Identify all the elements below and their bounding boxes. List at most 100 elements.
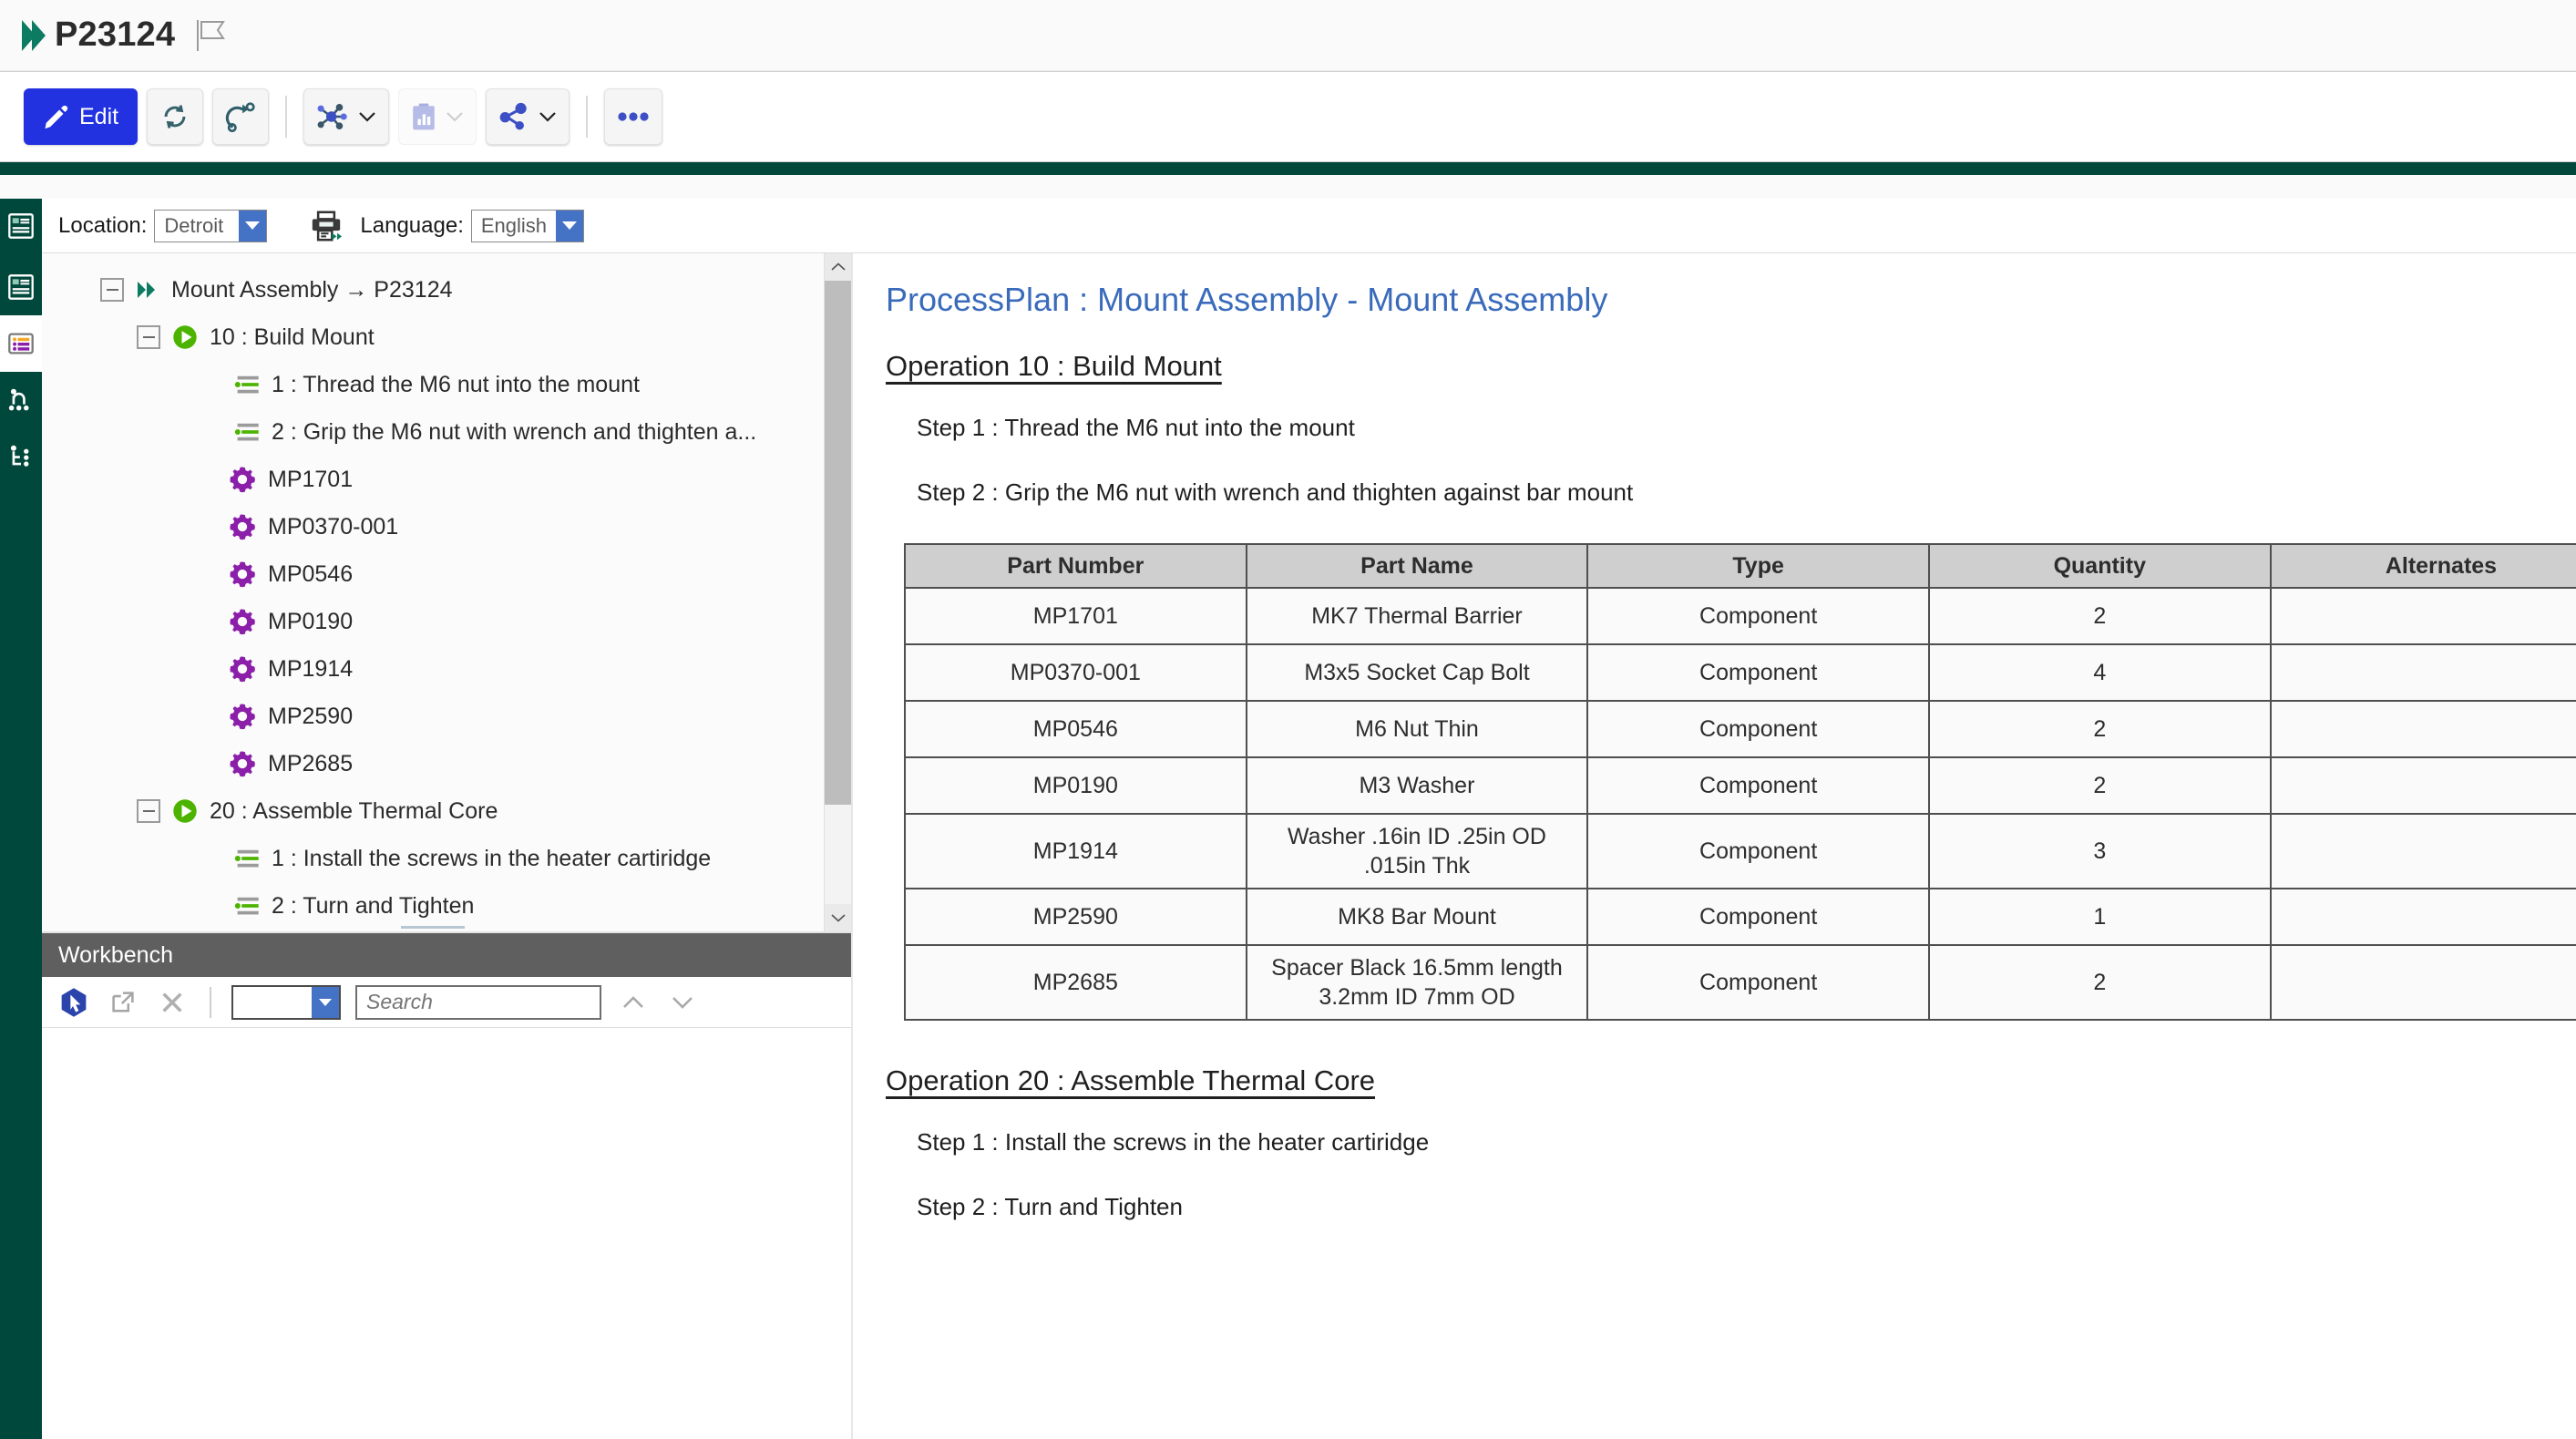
edit-button-label: Edit [79, 103, 119, 129]
clipboard-chart-icon [413, 103, 435, 130]
cell-quantity: 4 [1927, 643, 2272, 702]
report-button[interactable] [398, 88, 477, 145]
collapse-icon[interactable] [137, 799, 160, 823]
tree-node-operation-10[interactable]: 10 : Build Mount [42, 313, 824, 361]
green-play-icon [171, 324, 199, 351]
chevron-down-icon[interactable] [825, 904, 851, 931]
revise-arrow-icon [225, 102, 255, 132]
process-plan-content: ProcessPlan : Mount Assembly - Mount Ass… [851, 253, 2576, 1439]
more-actions-button[interactable] [604, 88, 663, 145]
context-bar: Location: Detroit Language: English [0, 198, 2576, 253]
tree-node-label: Mount Assembly → P23124 [171, 276, 453, 303]
gear-icon [228, 465, 257, 494]
column-header-part-number: Part Number [904, 543, 1247, 589]
cell-quantity: 2 [1927, 944, 2272, 1021]
tree-node-label: 1 : Thread the M6 nut into the mount [272, 371, 640, 397]
revise-button[interactable] [212, 88, 270, 145]
tree-node-part[interactable]: MP0546 [42, 550, 824, 598]
rail-item-where-used[interactable] [0, 372, 42, 428]
spacer-strip [0, 175, 2576, 199]
tree-node-step[interactable]: 1 : Install the screws in the heater car… [42, 835, 824, 882]
column-header-part-name: Part Name [1245, 543, 1589, 589]
rail-item-bom[interactable] [0, 428, 42, 485]
tree-node-label: MP0546 [268, 560, 354, 587]
workbench-toolbar [42, 977, 851, 1028]
chevron-down-icon[interactable] [556, 210, 584, 242]
cell-part-name: MK7 Thermal Barrier [1245, 587, 1589, 645]
flag-outline-icon[interactable] [195, 18, 226, 53]
refresh-button[interactable] [147, 88, 204, 145]
table-row: MP2685 Spacer Black 16.5mm length 3.2mm … [904, 944, 2576, 1021]
cell-part-number: MP2590 [904, 888, 1247, 946]
workbench-filter-select[interactable] [231, 984, 341, 1020]
cell-alternates [2269, 756, 2576, 815]
refresh-icon [164, 105, 186, 128]
double-chevron-icon [135, 279, 160, 301]
tree-node-operation-20[interactable]: 20 : Assemble Thermal Core [42, 787, 824, 835]
tree-node-step[interactable]: 1 : Thread the M6 nut into the mount [42, 361, 824, 408]
tree-node-part[interactable]: MP1914 [42, 645, 824, 693]
tree-node-part[interactable]: MP0190 [42, 598, 824, 645]
structure-tree-panel: Mount Assembly → P23124 10 : Build Mount [42, 253, 851, 933]
nav-up-button[interactable] [616, 985, 651, 1020]
collapse-icon[interactable] [137, 325, 160, 349]
layout-panel-icon[interactable] [0, 198, 42, 253]
page-title: P23124 [55, 15, 176, 54]
tree-node-step[interactable]: 2 : Grip the M6 nut with wrench and thig… [42, 408, 824, 456]
cell-quantity: 3 [1927, 813, 2272, 889]
collapse-icon[interactable] [100, 278, 124, 302]
tree-node-label: 2 : Grip the M6 nut with wrench and thig… [272, 418, 757, 445]
cell-part-number: MP0190 [904, 756, 1247, 815]
tree-scrollbar[interactable] [824, 253, 851, 931]
tree-node-part[interactable]: MP2685 [42, 740, 824, 787]
workbench-body [42, 1028, 851, 1439]
cell-alternates [2269, 643, 2576, 702]
cell-alternates [2269, 944, 2576, 1021]
cell-alternates [2269, 813, 2576, 889]
tree-node-root[interactable]: Mount Assembly → P23124 [42, 266, 824, 313]
tree-node-label: MP2685 [268, 750, 354, 776]
nav-down-button[interactable] [665, 985, 700, 1020]
chevron-down-icon [359, 112, 375, 122]
location-select[interactable]: Detroit [154, 209, 268, 242]
cell-quantity: 1 [1927, 888, 2272, 946]
pencil-icon [45, 105, 68, 129]
tree-node-part[interactable]: MP1701 [42, 456, 824, 503]
cell-part-name: Washer .16in ID .25in OD .015in Thk [1245, 813, 1589, 889]
relations-button[interactable] [303, 88, 390, 145]
chevron-down-icon[interactable] [239, 210, 267, 242]
chevron-down-icon [539, 112, 556, 122]
close-x-icon[interactable] [155, 985, 190, 1020]
operation-block: Operation 10 : Build Mount Step 1 : Thre… [886, 350, 2576, 1021]
table-row: MP1701 MK7 Thermal Barrier Component 2 [904, 587, 2576, 645]
app-header: P23124 [0, 0, 2576, 71]
share-nodes-icon [499, 102, 527, 130]
edit-button[interactable]: Edit [24, 88, 139, 145]
step-text: Step 1 : Thread the M6 nut into the moun… [917, 414, 1355, 441]
chevron-up-icon[interactable] [825, 253, 851, 281]
chevron-down-icon[interactable] [312, 986, 339, 1018]
step-text: Step 2 : Grip the M6 nut with wrench and… [917, 478, 1634, 506]
left-column: Mount Assembly → P23124 10 : Build Mount [42, 253, 851, 1439]
search-input[interactable] [355, 984, 601, 1020]
panel-splitter[interactable] [42, 922, 824, 931]
tree-node-label: MP1701 [268, 466, 354, 492]
scrollbar-track[interactable] [825, 281, 851, 904]
printer-icon[interactable] [309, 209, 344, 243]
scrollbar-thumb[interactable] [825, 281, 851, 805]
rail-item-list[interactable] [0, 315, 42, 372]
cursor-hex-icon[interactable] [56, 985, 91, 1020]
share-button[interactable] [486, 88, 570, 145]
rail-item-structure[interactable] [0, 259, 42, 315]
tree-node-part[interactable]: MP0370-001 [42, 503, 824, 550]
cell-type: Component [1586, 888, 1930, 946]
green-play-icon [171, 797, 199, 825]
cell-quantity: 2 [1927, 587, 2272, 645]
cell-part-number: MP0370-001 [904, 643, 1247, 702]
step-list-icon [233, 420, 261, 444]
toolbar-separator [586, 96, 589, 138]
language-select[interactable]: English [470, 209, 585, 242]
tree-node-part[interactable]: MP2590 [42, 693, 824, 740]
cell-part-number: MP1701 [904, 587, 1247, 645]
open-external-icon[interactable] [106, 985, 140, 1020]
